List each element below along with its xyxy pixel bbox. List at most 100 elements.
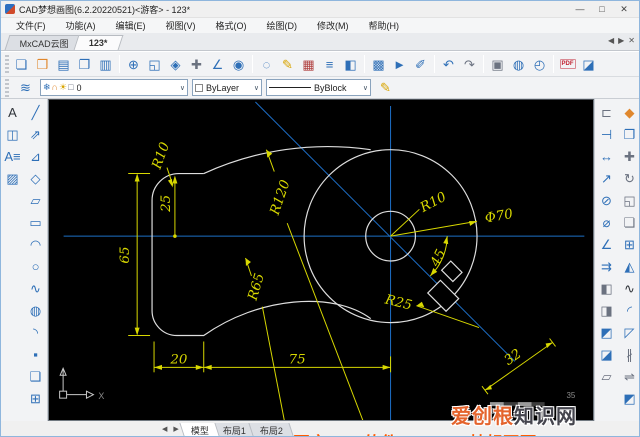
toolbar-grip[interactable] — [5, 55, 9, 73]
linetype-select[interactable]: ByBlock ∨ — [266, 79, 371, 96]
dim-angular-button[interactable]: ∠ — [596, 233, 617, 255]
move-button[interactable]: ✚ — [619, 145, 640, 167]
save-button[interactable]: ▤ — [53, 54, 74, 75]
rectangle-button[interactable]: ▭ — [25, 211, 46, 233]
publish-web-button[interactable]: ◍ — [508, 54, 529, 75]
line-button[interactable]: ╱ — [25, 101, 46, 123]
insert-block-button[interactable]: ❑ — [25, 365, 46, 387]
drawing-canvas[interactable]: 65 25 R10 R120 — [48, 99, 594, 421]
draw-order-front-button[interactable]: ◧ — [596, 277, 617, 299]
draw-order-above-button[interactable]: ◩ — [596, 321, 617, 343]
fillet-button[interactable]: ◜ — [619, 299, 640, 321]
save-as-button[interactable]: ▥ — [95, 54, 116, 75]
draw-settings-button[interactable]: ✎ — [277, 54, 298, 75]
polygon-button[interactable]: ◇ — [25, 167, 46, 189]
text-button[interactable]: A — [2, 101, 23, 123]
layers-manager-button[interactable]: ≋ — [15, 77, 36, 98]
document-tab[interactable]: 123* — [74, 35, 123, 50]
chevron-down-icon[interactable]: ∨ — [254, 84, 259, 92]
dim-continue-button[interactable]: ⇉ — [596, 255, 617, 277]
new-file-button[interactable]: ❏ — [11, 54, 32, 75]
scale-button[interactable]: ◱ — [619, 189, 640, 211]
rotate-button[interactable]: ↻ — [619, 167, 640, 189]
pan-button[interactable]: ✚ — [186, 54, 207, 75]
zoom-in-button[interactable]: ⊕ — [123, 54, 144, 75]
menu-item[interactable]: 修改(M) — [308, 18, 358, 33]
document-tab[interactable]: MxCAD云图 — [5, 35, 85, 50]
menu-item[interactable]: 格式(O) — [207, 18, 256, 33]
ellipse-button[interactable]: ◍ — [25, 299, 46, 321]
hatch-button[interactable]: ▨ — [2, 167, 23, 189]
tab-prev-icon[interactable]: ◀ — [608, 36, 614, 45]
copy-button[interactable]: ❐ — [619, 123, 640, 145]
linetype-edit-button[interactable]: ✎ — [375, 77, 396, 98]
draw-order-below-button[interactable]: ◪ — [596, 343, 617, 365]
layer-states-button[interactable]: ▩ — [368, 54, 389, 75]
insert-image-button[interactable]: ◫ — [2, 123, 23, 145]
layout-prev-icon[interactable]: ◀ — [159, 423, 170, 435]
polyline-button[interactable]: ⊿ — [25, 145, 46, 167]
menu-item[interactable]: 编辑(E) — [107, 18, 155, 33]
dim-aligned-button[interactable]: ↗ — [596, 167, 617, 189]
image-export-button[interactable]: ◪ — [578, 54, 599, 75]
chamfer-button[interactable]: ◸ — [619, 321, 640, 343]
layout-tab[interactable]: 布局2 — [248, 423, 294, 437]
create-block-button[interactable]: ⊞ — [25, 387, 46, 409]
spline-button[interactable]: ∿ — [25, 277, 46, 299]
quick-select-button[interactable]: ✐ — [410, 54, 431, 75]
zoom-center-button[interactable]: ◉ — [228, 54, 249, 75]
menu-item[interactable]: 视图(V) — [157, 18, 205, 33]
arc-button[interactable]: ◠ — [25, 233, 46, 255]
chevron-down-icon[interactable]: ∨ — [180, 84, 185, 92]
menu-item[interactable]: 帮助(H) — [360, 18, 409, 33]
zoom-window-button[interactable]: ◱ — [144, 54, 165, 75]
stretch-button[interactable]: ∿ — [619, 277, 640, 299]
closed-polyline-button[interactable]: ▱ — [25, 189, 46, 211]
mirror-button[interactable]: ◭ — [619, 255, 640, 277]
dim-radius-button[interactable]: ⊘ — [596, 189, 617, 211]
menu-item[interactable]: 绘图(D) — [258, 18, 307, 33]
close-button[interactable]: ✕ — [613, 2, 635, 16]
offset-button[interactable]: ❏ — [619, 211, 640, 233]
maximize-button[interactable]: □ — [591, 2, 613, 16]
text-style-button[interactable]: ≡ — [319, 54, 340, 75]
zoom-extents-button[interactable]: ◈ — [165, 54, 186, 75]
tab-next-icon[interactable]: ▶ — [618, 36, 624, 45]
menu-item[interactable]: 功能(A) — [57, 18, 105, 33]
minimize-button[interactable]: — — [569, 2, 591, 16]
cad-drawing[interactable]: 65 25 R10 R120 — [49, 100, 593, 420]
redo-button[interactable]: ↷ — [459, 54, 480, 75]
break-button[interactable]: ∦ — [619, 343, 640, 365]
mtext-button[interactable]: A≡ — [2, 145, 23, 167]
find-button[interactable]: ◌ — [256, 54, 277, 75]
tab-close-icon[interactable]: ✕ — [628, 36, 635, 45]
ellipse-arc-button[interactable]: ◝ — [25, 321, 46, 343]
layout-tab[interactable]: 模型 — [179, 423, 220, 437]
print-button[interactable]: ▣ — [487, 54, 508, 75]
web-sync-button[interactable]: ◴ — [529, 54, 550, 75]
array-button[interactable]: ⊞ — [619, 233, 640, 255]
color-palette-button[interactable]: ▦ — [298, 54, 319, 75]
point-button[interactable]: ▪ — [25, 343, 46, 365]
draw-order-back-button[interactable]: ◨ — [596, 299, 617, 321]
dim-style-button[interactable]: ⊏ — [596, 101, 617, 123]
chevron-down-icon[interactable]: ∨ — [363, 84, 368, 92]
color-select[interactable]: ByLayer ∨ — [192, 79, 262, 96]
dim-linear-button[interactable]: ↔ — [596, 145, 617, 167]
dim-diameter-button[interactable]: ⌀ — [596, 211, 617, 233]
open-folder-button[interactable]: ❐ — [74, 54, 95, 75]
circle-button[interactable]: ○ — [25, 255, 46, 277]
layer-properties-button[interactable]: ◧ — [340, 54, 361, 75]
select-button[interactable]: ► — [389, 54, 410, 75]
box-3d-button[interactable]: ◩ — [619, 387, 640, 409]
menu-item[interactable]: 文件(F) — [7, 18, 55, 33]
erase-button[interactable]: ◆ — [619, 101, 640, 123]
pdf-export-button[interactable]: PDF — [557, 54, 578, 75]
join-button[interactable]: ⇌ — [619, 365, 640, 387]
undo-button[interactable]: ↶ — [438, 54, 459, 75]
measure-button[interactable]: ∠ — [207, 54, 228, 75]
toolbar-grip[interactable] — [5, 79, 9, 97]
trim-button[interactable]: ⊣ — [596, 123, 617, 145]
open-dwg-button[interactable]: ❒ — [32, 54, 53, 75]
wipeout-button[interactable]: ▱ — [596, 365, 617, 387]
